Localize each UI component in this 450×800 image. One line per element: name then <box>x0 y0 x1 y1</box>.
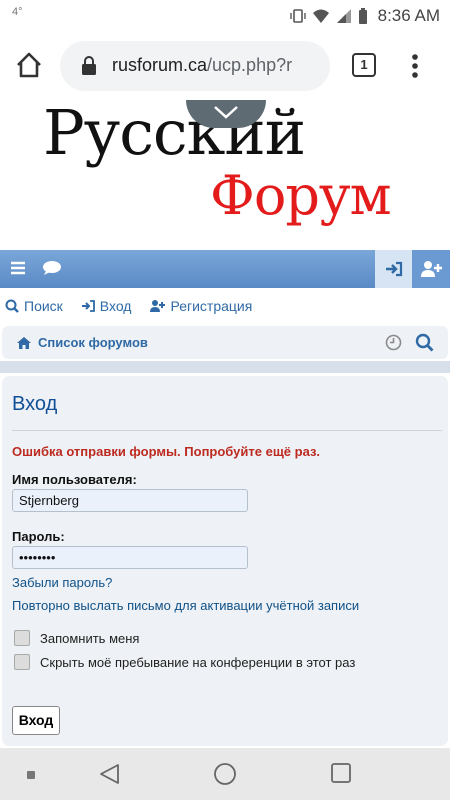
url-domain: rusforum.ca <box>112 55 208 75</box>
sign-in-icon <box>81 300 95 312</box>
status-bar: 4° 8:36 AM <box>0 0 450 32</box>
divider <box>12 430 442 431</box>
quick-links: Поиск Вход Регистрация <box>0 288 450 324</box>
username-field[interactable]: Stjernberg <box>12 489 248 512</box>
recents-dot-icon[interactable] <box>26 770 36 780</box>
url-path: /ucp.php?r <box>207 55 293 75</box>
address-bar[interactable]: rusforum.ca/ucp.php?r <box>60 41 330 91</box>
search-link[interactable]: Поиск <box>5 298 63 314</box>
toolbar-collapse-handle[interactable] <box>186 100 266 128</box>
hide-presence-row: Скрыть моё пребывание на конференции в э… <box>14 654 355 670</box>
hamburger-menu-icon[interactable] <box>10 260 26 276</box>
chat-icon[interactable] <box>42 260 62 276</box>
login-panel: Вход Ошибка отправки формы. Попробуйте е… <box>2 376 448 746</box>
more-vert-icon <box>412 54 418 78</box>
overflow-menu-button[interactable] <box>410 52 420 80</box>
forum-navbar <box>0 250 450 288</box>
overview-icon[interactable] <box>330 762 352 784</box>
vibrate-icon <box>290 9 306 23</box>
search-link-label: Поиск <box>24 298 63 314</box>
username-label: Имя пользователя: <box>12 472 137 487</box>
search-icon[interactable] <box>415 333 434 352</box>
hide-presence-checkbox[interactable] <box>14 654 30 670</box>
back-icon[interactable] <box>98 762 122 786</box>
navbar-login-button[interactable] <box>375 250 412 288</box>
search-icon <box>5 299 19 313</box>
lock-icon <box>82 56 96 75</box>
home-nav-icon[interactable] <box>213 762 237 786</box>
login-link-label: Вход <box>99 298 132 314</box>
remember-me-checkbox[interactable] <box>14 630 30 646</box>
status-icons <box>290 7 368 25</box>
system-navigation-bar <box>0 748 450 800</box>
navbar-register-button[interactable] <box>412 250 450 288</box>
register-link-label: Регистрация <box>170 298 253 314</box>
remember-me-row: Запомнить меня <box>14 630 139 646</box>
signal-icon <box>337 9 351 23</box>
chevron-down-icon <box>214 106 238 119</box>
password-label: Пароль: <box>12 529 65 544</box>
divider <box>0 361 450 373</box>
breadcrumb-forum-list-label: Список форумов <box>38 335 148 350</box>
tab-switcher-button[interactable]: 1 <box>352 53 376 77</box>
breadcrumb-forum-list[interactable]: Список форумов <box>16 335 148 350</box>
home-button[interactable] <box>14 50 46 82</box>
browser-toolbar: rusforum.ca/ucp.php?r 1 <box>0 32 450 100</box>
home-icon <box>17 336 31 349</box>
clock-icon[interactable] <box>385 334 402 351</box>
temperature: 4° <box>12 6 23 18</box>
password-field[interactable]: •••••••• <box>12 546 248 569</box>
resend-activation-link[interactable]: Повторно выслать письмо для активации уч… <box>12 598 359 613</box>
register-link[interactable]: Регистрация <box>149 298 252 314</box>
battery-icon <box>359 8 367 24</box>
home-icon <box>17 52 41 78</box>
wifi-icon <box>313 9 329 23</box>
login-submit-button[interactable]: Вход <box>12 706 60 735</box>
form-error-message: Ошибка отправки формы. Попробуйте ещё ра… <box>12 444 321 459</box>
sign-in-icon <box>385 261 402 277</box>
url-text: rusforum.ca/ucp.php?r <box>112 55 324 76</box>
login-link[interactable]: Вход <box>81 298 132 314</box>
hide-presence-label[interactable]: Скрыть моё пребывание на конференции в э… <box>40 655 355 670</box>
logo-text-forum: Форум <box>210 164 392 227</box>
user-plus-icon <box>421 261 442 277</box>
remember-me-label[interactable]: Запомнить меня <box>40 631 139 646</box>
clock-time: 8:36 AM <box>377 6 440 25</box>
breadcrumb: Список форумов <box>2 326 448 359</box>
user-plus-icon <box>150 300 166 312</box>
forgot-password-link[interactable]: Забыли пароль? <box>12 575 112 590</box>
page-title: Вход <box>12 393 58 415</box>
